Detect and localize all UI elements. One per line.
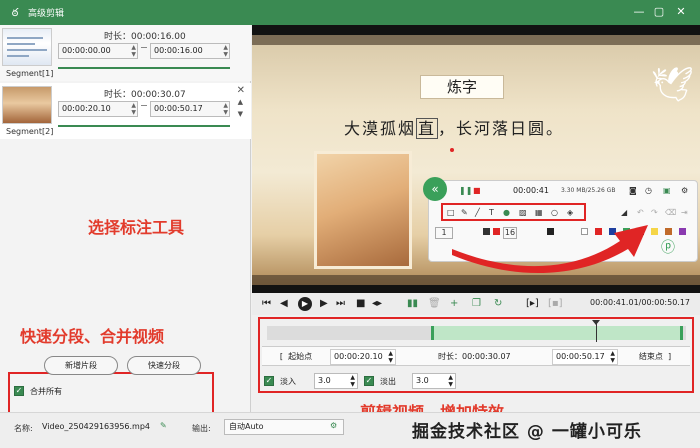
segment-start-input[interactable]: 00:00:20.10 ▲ ▼ (58, 101, 138, 117)
timeline-selection[interactable] (431, 326, 683, 340)
remove-segment-icon[interactable]: ✕ (237, 85, 245, 96)
pause-icon[interactable]: ❚❚ (459, 186, 472, 196)
segment-thumbnail (2, 86, 52, 124)
window-title: 高级剪辑 (28, 9, 65, 19)
add-icon[interactable]: + (450, 297, 458, 311)
merge-all-checkbox[interactable]: ✓ (14, 386, 24, 396)
annotation-select-tool: 选择标注工具 (88, 218, 185, 237)
toolbox-icon[interactable]: ▣ (663, 186, 671, 196)
app-logo-icon: ఠ (11, 5, 19, 19)
trim-controls: [ 起始点 00:00:20.10 ▲ ▼ 时长：00:00:30.07 00:00… (262, 346, 690, 366)
output-label: 输出: (192, 424, 211, 433)
set-start-button[interactable]: [ 起始点 (266, 350, 326, 364)
advanced-editor-window: ఠ 高级剪辑 — ▢ ✕ Segment[1] 时长：00:00:16.00 0… (0, 0, 700, 448)
skip-end-icon[interactable]: ⏭ (336, 297, 345, 311)
trim-out-icon[interactable]: [▪] (548, 297, 563, 311)
copy-icon[interactable]: ❐ (472, 297, 481, 311)
segment-thumbnail (2, 28, 52, 66)
merge-all-label: 合并所有 (30, 387, 62, 396)
segment-row[interactable]: Segment[1] 时长：00:00:16.00 00:00:00.00 ▲ ▼ … (0, 25, 251, 81)
collapse-toolbar-icon[interactable]: « (423, 177, 447, 201)
mark-icon[interactable]: ◂▸ (372, 297, 382, 311)
title-bar: ఠ 高级剪辑 — ▢ ✕ (0, 0, 700, 25)
name-value[interactable]: Video_250429163956.mp4 (42, 419, 150, 435)
name-label: 名称: (14, 424, 33, 433)
edit-name-icon[interactable]: ✎ (160, 421, 167, 430)
segment-row[interactable]: Segment[2] 时长：00:00:30.07 00:00:20.10 ▲ ▼ … (0, 83, 251, 139)
record-time: 00:00:41 (513, 186, 549, 195)
play-button[interactable]: ▶ (298, 297, 312, 311)
trim-in-icon[interactable]: [▸] (526, 297, 539, 311)
fade-out-input[interactable]: 3.0 ▲ ▼ (412, 373, 456, 389)
trim-duration: 时长：00:00:30.07 (438, 352, 511, 361)
fade-out-label: 淡出 (380, 377, 396, 386)
annotation-split-merge: 快速分段、合并视频 (20, 327, 165, 346)
output-settings-icon[interactable]: ⚙ (330, 421, 337, 430)
poem-line: 大漠孤烟直，长河落日圆。 (344, 118, 565, 139)
watermark-text: 掘金技术社区 @ 一罐小可乐 (412, 422, 642, 442)
close-icon[interactable]: ✕ (674, 5, 688, 19)
fade-in-input[interactable]: 3.0 ▲ ▼ (314, 373, 358, 389)
segment-progress (58, 67, 230, 69)
segment-label: Segment[2] (6, 127, 54, 136)
add-segment-button[interactable]: 新增片段 (44, 356, 118, 375)
time-display: 00:00:41.01/00:00:50.17 (590, 298, 690, 307)
crane-image: 🕊 (650, 65, 694, 105)
record-size: 3.30 MB/25.26 GB (561, 187, 616, 194)
split-icon[interactable]: ▮▮ (407, 297, 418, 311)
segment-progress (58, 125, 230, 127)
segment-label: Segment[1] (6, 69, 54, 78)
step-forward-icon[interactable]: ▶ (320, 297, 328, 311)
pen-width-select[interactable]: 1 (435, 227, 453, 239)
timer-icon[interactable]: ◷ (645, 186, 652, 196)
settings-icon[interactable]: ⚙ (681, 186, 688, 196)
fade-in-label: 淡入 (280, 377, 296, 386)
bottom-bar: 名称: Video_250429163956.mp4 ✎ 输出: 自动Auto … (0, 412, 700, 448)
segment-duration: 时长：00:00:16.00 (104, 32, 186, 42)
reset-icon[interactable]: ↻ (494, 297, 502, 311)
quick-split-button[interactable]: 快速分段 (127, 356, 201, 375)
segment-start-input[interactable]: 00:00:00.00 ▲ ▼ (58, 43, 138, 59)
segment-end-input[interactable]: 00:00:50.17 ▲ ▼ (150, 101, 230, 117)
maximize-icon[interactable]: ▢ (652, 5, 666, 19)
move-down-icon[interactable]: ▼ (238, 110, 243, 118)
start-time-input[interactable]: 00:00:20.10 ▲ ▼ (330, 349, 396, 365)
poem-title: 炼字 (420, 75, 504, 99)
skip-start-icon[interactable]: ⏮ (262, 297, 271, 311)
output-path-input[interactable]: 自动Auto (224, 419, 344, 435)
camera-icon[interactable]: ◙ (629, 186, 637, 196)
painting-image (314, 151, 412, 269)
video-preview[interactable]: 炼字 大漠孤烟直，长河落日圆。 🕊 « ❚❚ ■ 00:00:41 3.30 M… (252, 25, 700, 293)
delete-icon[interactable]: 🗑 (428, 297, 441, 311)
minimize-icon[interactable]: — (632, 5, 646, 19)
set-end-button[interactable]: 结束点 ] (624, 350, 686, 364)
step-back-icon[interactable]: ◀ (280, 297, 288, 311)
player-controls: ⏮ ◀ ▶ ▶ ⏭ ■ ◂▸ ▮▮ 🗑 + ❐ ↻ [▸] [▪] 00:00:… (252, 293, 700, 315)
red-arrow-icon (452, 225, 648, 274)
playhead[interactable] (596, 320, 597, 342)
stop-record-icon[interactable]: ■ (473, 186, 481, 196)
stop-icon[interactable]: ■ (356, 297, 365, 311)
segment-end-input[interactable]: 00:00:16.00 ▲ ▼ (150, 43, 230, 59)
segment-duration: 时长：00:00:30.07 (104, 90, 186, 100)
fade-in-checkbox[interactable]: ✓ (264, 376, 274, 386)
move-up-icon[interactable]: ▲ (238, 98, 243, 106)
fade-out-checkbox[interactable]: ✓ (364, 376, 374, 386)
end-time-input[interactable]: 00:00:50.17 ▲ ▼ (552, 349, 618, 365)
